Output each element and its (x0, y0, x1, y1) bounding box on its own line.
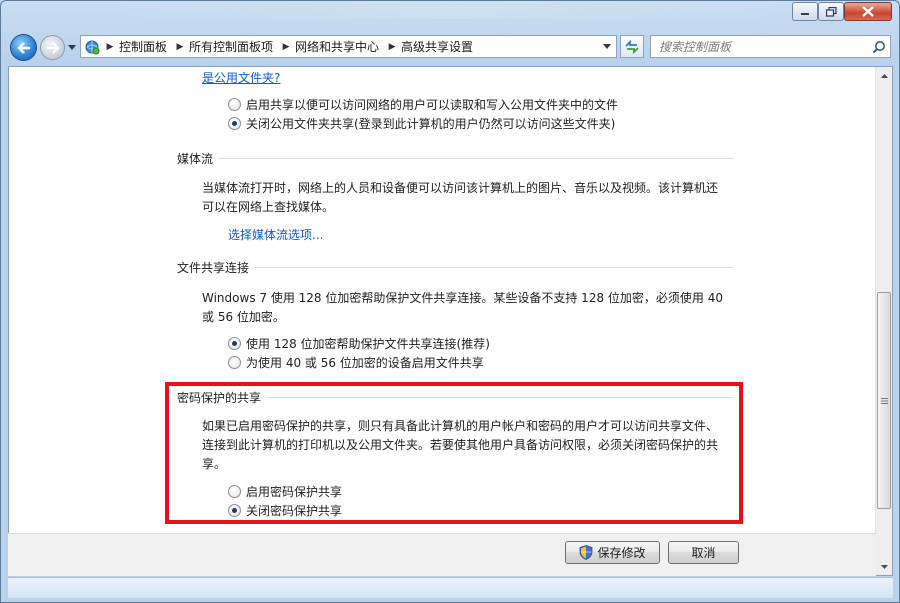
search-input[interactable] (651, 36, 868, 57)
back-button[interactable] (10, 34, 37, 61)
grip-icon (880, 397, 888, 404)
divider (219, 158, 733, 159)
breadcrumb-control-panel[interactable]: 控制面板 (117, 38, 173, 55)
search-box[interactable] (650, 35, 891, 58)
maximize-button[interactable] (818, 2, 844, 21)
explorer-window: ▶ 控制面板 ▶ 所有控制面板项 ▶ 网络和共享中心 ▶ 高级共享设置 是公用文… (0, 0, 900, 603)
vertical-scrollbar[interactable] (875, 67, 892, 575)
close-button[interactable] (844, 2, 892, 21)
chevron-down-icon (603, 44, 611, 49)
arrow-left-icon (16, 41, 30, 54)
dialog-footer: 保存修改 取消 (8, 533, 876, 576)
chevron-right-icon[interactable]: ▶ (173, 42, 187, 52)
desc-line: 当媒体流打开时，网络上的人员和设备便可以访问该计算机上的图片、音乐以及视频。该计… (202, 181, 719, 195)
cancel-label: 取消 (691, 546, 716, 560)
title-bar (121, 1, 781, 19)
forward-button[interactable] (40, 35, 65, 60)
scrollbar-thumb[interactable] (877, 292, 891, 509)
arrow-right-icon (46, 41, 60, 54)
encryption-40-56-option[interactable]: 为使用 40 或 56 位加密的设备启用文件共享 (228, 354, 484, 371)
breadcrumb-all-items[interactable]: 所有控制面板项 (187, 38, 279, 55)
option-label: 启用共享以便可以访问网络的用户可以读取和写入公用文件夹中的文件 (246, 98, 619, 112)
file-sharing-description: Windows 7 使用 128 位加密帮助保护文件共享连接。某些设备不支持 1… (202, 289, 732, 327)
option-label: 使用 128 位加密帮助保护文件共享连接(推荐) (246, 337, 490, 351)
save-label: 保存修改 (597, 546, 646, 560)
breadcrumb-advanced-sharing[interactable]: 高级共享设置 (399, 38, 479, 55)
save-changes-button[interactable]: 保存修改 (565, 541, 660, 564)
public-folder-enable-option[interactable]: 启用共享以便可以访问网络的用户可以读取和写入公用文件夹中的文件 (228, 96, 618, 113)
section-title: 文件共享连接 (177, 261, 250, 275)
uac-shield-icon (580, 545, 593, 560)
restore-icon (825, 6, 837, 17)
refresh-icon (625, 39, 639, 54)
radio-button[interactable] (228, 356, 241, 369)
recent-pages-dropdown[interactable] (67, 42, 77, 52)
desc-line: 或 56 位加密。 (202, 310, 285, 324)
option-label: 关闭公用文件夹共享(登录到此计算机的用户仍然可以访问这些文件夹) (246, 117, 616, 131)
media-streaming-header: 媒体流 (177, 150, 733, 167)
address-bar[interactable]: ▶ 控制面板 ▶ 所有控制面板项 ▶ 网络和共享中心 ▶ 高级共享设置 (80, 35, 617, 58)
media-streaming-description: 当媒体流打开时，网络上的人员和设备便可以访问该计算机上的图片、音乐以及视频。该计… (202, 179, 732, 217)
network-icon (81, 36, 103, 57)
radio-button-selected[interactable] (228, 117, 241, 130)
chevron-down-icon (68, 44, 76, 50)
section-title: 媒体流 (177, 152, 214, 166)
minimize-icon (801, 12, 809, 15)
address-dropdown[interactable] (598, 36, 616, 57)
scroll-down-button[interactable] (876, 558, 892, 575)
chevron-up-icon (880, 73, 888, 78)
public-folder-link[interactable]: 是公用文件夹? (202, 69, 280, 86)
public-folder-disable-option[interactable]: 关闭公用文件夹共享(登录到此计算机的用户仍然可以访问这些文件夹) (228, 115, 615, 132)
chevron-right-icon[interactable]: ▶ (385, 42, 399, 52)
desc-line: 可以在网络上查找媒体。 (202, 200, 335, 214)
chevron-right-icon[interactable]: ▶ (279, 42, 293, 52)
breadcrumb-network-center[interactable]: 网络和共享中心 (293, 38, 385, 55)
desc-line: Windows 7 使用 128 位加密帮助保护文件共享连接。某些设备不支持 1… (202, 291, 723, 305)
cancel-button[interactable]: 取消 (668, 541, 739, 564)
status-bar (8, 577, 893, 598)
search-icon[interactable] (868, 40, 890, 54)
chevron-down-icon (880, 564, 888, 569)
refresh-button[interactable] (620, 35, 644, 58)
divider (255, 267, 733, 268)
media-streaming-options-link[interactable]: 选择媒体流选项... (228, 226, 323, 243)
encryption-128-option[interactable]: 使用 128 位加密帮助保护文件共享连接(推荐) (228, 335, 490, 352)
highlight-box (165, 382, 743, 524)
radio-button[interactable] (228, 98, 241, 111)
settings-pane: 是公用文件夹? 启用共享以便可以访问网络的用户可以读取和写入公用文件夹中的文件 … (8, 66, 893, 576)
minimize-button[interactable] (792, 2, 818, 21)
file-sharing-header: 文件共享连接 (177, 259, 733, 276)
chevron-right-icon[interactable]: ▶ (103, 42, 117, 52)
scroll-up-button[interactable] (876, 67, 892, 84)
close-icon (862, 6, 874, 17)
radio-button-selected[interactable] (228, 337, 241, 350)
option-label: 为使用 40 或 56 位加密的设备启用文件共享 (246, 356, 484, 370)
